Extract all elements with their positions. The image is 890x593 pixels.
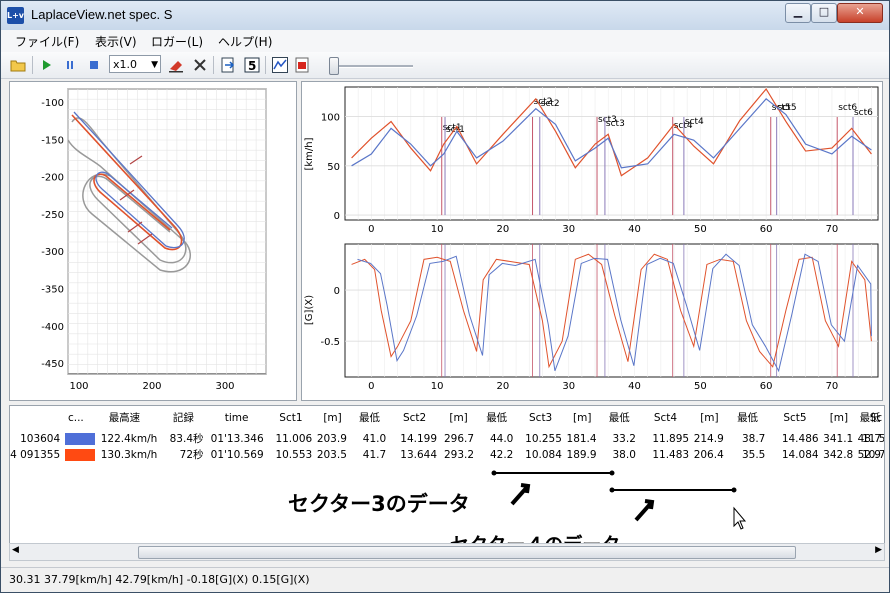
g-x-tick: 20	[497, 381, 510, 392]
pause-button[interactable]	[61, 56, 79, 74]
speed-y-tick: 100	[321, 113, 340, 124]
window-title: LaplaceView.net spec. S	[31, 7, 173, 22]
menu-file[interactable]: ファイル(F)	[15, 33, 79, 50]
menu-view[interactable]: 表示(V)	[95, 33, 137, 50]
status-text: 30.31 37.79[km/h] 42.79[km/h] -0.18[G](X…	[9, 573, 310, 586]
speed-x-tick: 30	[562, 224, 575, 235]
maximize-icon: □	[818, 5, 830, 18]
horizontal-scrollbar[interactable]: ◀ ▶	[9, 543, 885, 561]
sector-label: sct4	[685, 117, 704, 127]
sector-icon: 5	[244, 57, 260, 73]
eraser-icon	[169, 61, 183, 73]
cross-icon	[194, 59, 206, 71]
track-x-tick: 100	[69, 381, 88, 392]
g-axis-label: [G](X)	[304, 295, 315, 325]
sector-label: sct6	[854, 108, 873, 118]
playback-speed-value: x1.0	[113, 58, 138, 71]
status-bar: 30.31 37.79[km/h] 42.79[km/h] -0.18[G](X…	[1, 567, 889, 592]
telemetry-charts[interactable]: sct1sct1sct2sct2sct3sct3 sct4sct4sct5sct5…	[302, 82, 882, 400]
pdf-icon	[295, 57, 309, 73]
scroll-right-icon[interactable]: ▶	[875, 545, 882, 555]
play-button[interactable]	[37, 56, 55, 74]
line-graph-icon	[272, 57, 288, 73]
graph-button[interactable]	[271, 56, 289, 74]
annotation-lines	[491, 470, 747, 530]
menu-help[interactable]: ヘルプ(H)	[218, 33, 272, 50]
app-icon: L+v	[7, 7, 24, 24]
speed-x-tick: 40	[628, 224, 641, 235]
track-y-tick: -250	[41, 210, 64, 221]
speed-x-tick: 10	[431, 224, 444, 235]
speed-y-tick: 0	[334, 211, 340, 222]
maximize-button[interactable]: □	[811, 3, 837, 23]
minimize-icon: ▁	[793, 5, 803, 18]
g-x-tick: 60	[760, 381, 773, 392]
track-map-panel: -100 -150 -200 -250 -300 -350 -400 -450 100 200 3…	[9, 81, 297, 401]
g-x-tick: 0	[368, 381, 374, 392]
track-map[interactable]: -100 -150 -200 -250 -300 -350 -400 -450 100 200 3…	[10, 82, 296, 400]
chevron-down-icon: ▼	[151, 60, 158, 70]
speed-x-tick: 60	[760, 224, 773, 235]
folder-icon	[10, 60, 26, 72]
clear-marks-button[interactable]	[167, 56, 185, 74]
menu-bar: ファイル(F) 表示(V) ロガー(L) ヘルプ(H)	[1, 30, 889, 53]
track-x-tick: 300	[215, 381, 234, 392]
g-x-tick: 30	[562, 381, 575, 392]
export-icon	[221, 57, 235, 73]
stop-icon	[90, 61, 98, 69]
menu-logger[interactable]: ロガー(L)	[151, 33, 203, 50]
track-y-tick: -200	[41, 173, 64, 184]
svg-text:5: 5	[248, 59, 256, 73]
scroll-left-icon[interactable]: ◀	[12, 545, 19, 555]
track-y-tick: -350	[41, 285, 64, 296]
export-button[interactable]	[219, 56, 237, 74]
g-y-tick: -0.5	[320, 337, 340, 348]
scrollbar-thumb[interactable]	[138, 546, 796, 559]
app-window: L+v LaplaceView.net spec. S ▁ □ ✕ ファイル(F…	[0, 0, 890, 593]
sector-label: sct2	[541, 99, 560, 109]
g-x-tick: 40	[628, 381, 641, 392]
chart-panel: sct1 sct1 sct2 sct2 sct3 sct3 sct4 sct4 sct5 sct5…	[301, 81, 883, 401]
g-y-tick: 0	[334, 286, 340, 297]
speed-x-tick: 0	[368, 224, 374, 235]
close-icon: ✕	[855, 5, 865, 18]
toolbar-separator	[265, 56, 266, 74]
g-x-tick: 50	[694, 381, 707, 392]
pdf-button[interactable]	[293, 56, 311, 74]
toolbar: x1.0 ▼ 5	[1, 52, 889, 79]
delete-button[interactable]	[191, 56, 209, 74]
playback-slider-track[interactable]	[337, 65, 413, 68]
stop-button[interactable]	[85, 56, 103, 74]
speed-y-tick: 50	[327, 162, 340, 173]
title-bar: L+v LaplaceView.net spec. S ▁ □ ✕	[1, 1, 889, 30]
playback-speed-select[interactable]: x1.0 ▼	[109, 55, 161, 73]
track-y-tick: -150	[41, 135, 64, 146]
close-button[interactable]: ✕	[837, 3, 883, 23]
sector-label: sct3	[606, 119, 625, 129]
pause-icon	[67, 61, 73, 69]
track-y-tick: -450	[41, 359, 64, 370]
lap-table: c... 最高速 記録 time Sct1 [m] 最低 Sct2 [m] 最低 Sct3 [m] 最低…	[9, 405, 885, 545]
minimize-button[interactable]: ▁	[785, 3, 811, 23]
playback-slider-thumb[interactable]	[329, 57, 339, 75]
annotation-sector3: セクター3のデータ	[288, 492, 470, 516]
speed-axis-label: [km/h]	[304, 137, 315, 170]
track-y-tick: -100	[41, 98, 64, 109]
g-x-tick: 10	[431, 381, 444, 392]
track-y-tick: -400	[41, 322, 64, 333]
speed-x-tick: 50	[694, 224, 707, 235]
open-folder-button[interactable]	[9, 56, 27, 74]
track-x-tick: 200	[142, 381, 161, 392]
g-x-tick: 70	[826, 381, 839, 392]
sector-button[interactable]: 5	[243, 56, 261, 74]
speed-x-tick: 70	[826, 224, 839, 235]
toolbar-separator	[32, 56, 33, 74]
toolbar-separator	[213, 56, 214, 74]
track-y-tick: -300	[41, 247, 64, 258]
speed-x-tick: 20	[497, 224, 510, 235]
play-icon	[43, 60, 51, 70]
